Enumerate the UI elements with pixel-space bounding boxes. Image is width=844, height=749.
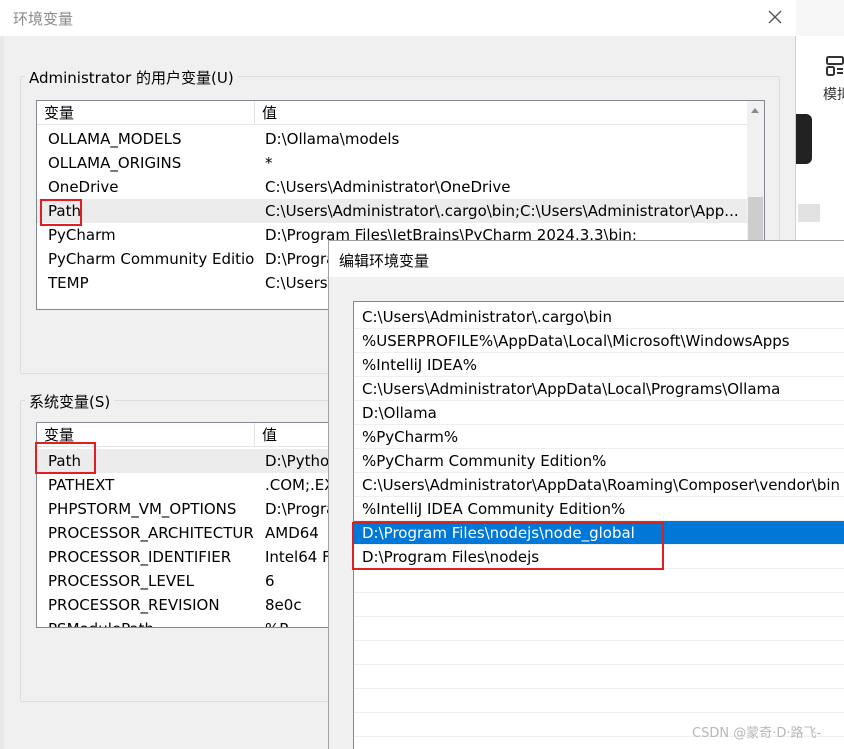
table-row[interactable]: OLLAMA_ORIGINS *: [37, 151, 764, 175]
variable-name-cell: PHPSTORM_VM_OPTIONS: [48, 500, 237, 518]
column-header-value[interactable]: 值: [255, 423, 277, 447]
variable-name-cell: PROCESSOR_LEVEL: [48, 572, 194, 590]
edit-env-variable-dialog: 编辑环境变量 C:\Users\Administrator\.cargo\bin…: [328, 240, 844, 749]
path-entry[interactable]: D:\Ollama: [354, 401, 844, 425]
path-entry[interactable]: C:\Users\Administrator\AppData\Roaming\C…: [354, 473, 844, 497]
empty-path-slot[interactable]: [354, 593, 844, 617]
variable-name-cell: PROCESSOR_REVISION: [48, 596, 220, 614]
path-entry[interactable]: C:\Users\Administrator\AppData\Local\Pro…: [354, 377, 844, 401]
table-row[interactable]: Path C:\Users\Administrator\.cargo\bin;C:…: [37, 199, 764, 223]
empty-path-slot[interactable]: [354, 569, 844, 593]
system-variables-label: 系统变量(S): [25, 391, 115, 412]
path-entry[interactable]: %IntelliJ IDEA%: [354, 353, 844, 377]
variable-name-cell: TEMP: [48, 274, 89, 292]
variable-name-cell: OneDrive: [48, 178, 119, 196]
table-row[interactable]: OneDrive C:\Users\Administrator\OneDrive: [37, 175, 764, 199]
empty-path-slot[interactable]: [354, 617, 844, 641]
empty-path-slot[interactable]: [354, 665, 844, 689]
variable-value-cell: D:\Ollama\models: [265, 130, 400, 148]
path-entry[interactable]: %USERPROFILE%\AppData\Local\Microsoft\Wi…: [354, 329, 844, 353]
path-entry[interactable]: %PyCharm Community Edition%: [354, 449, 844, 473]
path-entry[interactable]: C:\Users\Administrator\.cargo\bin: [354, 305, 844, 329]
user-variables-label: Administrator 的用户变量(U): [25, 67, 238, 88]
column-header-variable[interactable]: 变量: [37, 423, 74, 447]
variable-name-cell: OLLAMA_MODELS: [48, 130, 182, 148]
background-app-element: [798, 204, 820, 222]
background-app-button[interactable]: [796, 114, 812, 164]
variable-value-cell: C:\Users\Administrator\.cargo\bin;C:\Use…: [265, 202, 739, 220]
watermark: CSDN @蒙奇·D·路飞-: [692, 726, 822, 741]
variable-name-cell: PATHEXT: [48, 476, 115, 494]
scroll-up-icon[interactable]: [751, 108, 759, 113]
path-entry[interactable]: %PyCharm%: [354, 425, 844, 449]
template-icon: [826, 56, 844, 76]
variable-value-cell: C:\Users\Administrator\OneDrive: [265, 178, 511, 196]
path-entries-list[interactable]: C:\Users\Administrator\.cargo\bin %USERPR…: [353, 301, 844, 749]
background-app-label[interactable]: 模拟: [823, 84, 844, 104]
empty-path-slot[interactable]: [354, 641, 844, 665]
variable-name-cell: PSModulePath: [41, 617, 254, 627]
variable-name-cell: PROCESSOR_IDENTIFIER: [48, 548, 232, 566]
close-icon[interactable]: [766, 8, 784, 26]
variable-name-cell: OLLAMA_ORIGINS: [48, 154, 182, 172]
variable-name-cell: PyCharm: [48, 226, 116, 244]
variable-name-cell: PROCESSOR_ARCHITECTURE: [48, 524, 254, 542]
column-header-variable[interactable]: 变量: [37, 101, 74, 125]
table-row[interactable]: OLLAMA_MODELS D:\Ollama\models: [37, 127, 764, 151]
empty-path-slot[interactable]: [354, 689, 844, 713]
variable-name-cell: PyCharm Community Edition: [48, 250, 254, 268]
edit-dialog-titlebar: 编辑环境变量: [329, 241, 844, 277]
dialog-titlebar: 环境变量: [4, 0, 796, 36]
list-header: 变量 值: [37, 101, 764, 125]
variable-name-cell: Path: [48, 202, 81, 220]
variable-name-cell: Path: [48, 452, 81, 470]
path-entry[interactable]: D:\Program Files\nodejs: [354, 545, 844, 569]
edit-dialog-title: 编辑环境变量: [339, 252, 430, 270]
path-entry[interactable]: D:\Program Files\nodejs\node_global: [354, 521, 844, 545]
dialog-title: 环境变量: [13, 10, 74, 28]
variable-value-cell: *: [265, 154, 273, 172]
path-entry[interactable]: %IntelliJ IDEA Community Edition%: [354, 497, 844, 521]
column-header-value[interactable]: 值: [255, 101, 277, 125]
